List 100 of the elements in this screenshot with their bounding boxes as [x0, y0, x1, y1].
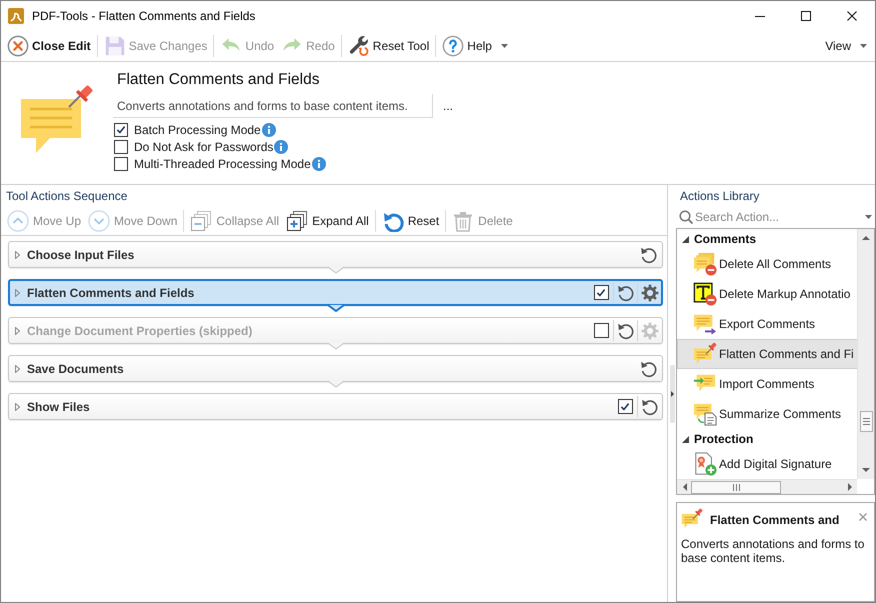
grip-lines-icon: [862, 418, 870, 425]
checkbox[interactable]: [594, 285, 608, 300]
rotate-arrow-icon[interactable]: [640, 398, 658, 416]
checkbox[interactable]: [114, 140, 128, 154]
gear-icon[interactable]: [640, 284, 658, 302]
action-title: Flatten Comments and Fields: [27, 286, 196, 300]
caret-right-icon[interactable]: [15, 288, 20, 296]
item-label: Flatten Comments and Fi: [719, 347, 854, 361]
action-title: Save Documents: [27, 362, 125, 376]
info-icon[interactable]: [312, 156, 326, 170]
caret-right-icon[interactable]: [15, 364, 20, 372]
note-document-icon: [693, 402, 717, 426]
action-title: Show Files: [27, 400, 91, 414]
info-description: Converts annotations and forms to base content items.: [681, 537, 866, 565]
library-item[interactable]: Add Digital Signature: [677, 449, 857, 479]
note-pin-icon: [20, 84, 94, 154]
info-icon[interactable]: [274, 140, 288, 154]
scrollbar-thumb[interactable]: [691, 480, 781, 494]
item-label: Delete Markup Annotatio: [719, 287, 850, 301]
panel-title: Tool Actions Sequence: [6, 188, 128, 204]
library-item[interactable]: Export Comments: [677, 309, 857, 339]
category-label: Protection: [694, 432, 754, 446]
expand-all-button[interactable]: Expand All: [285, 209, 370, 233]
action-title: Change Document Properties (skipped): [27, 324, 254, 338]
chevron-down-icon: [88, 210, 110, 232]
caret-down-icon[interactable]: [682, 436, 689, 442]
reset-tool-button[interactable]: Reset Tool: [346, 33, 430, 59]
horizontal-scrollbar[interactable]: [677, 479, 857, 494]
stacked-squares-plus-icon: [286, 210, 308, 232]
caret-right-icon: [848, 483, 852, 491]
rotate-arrow-icon[interactable]: [640, 360, 658, 378]
caret-right-icon: [670, 390, 674, 396]
caret-left-icon: [682, 483, 686, 491]
vertical-scrollbar[interactable]: [857, 229, 874, 479]
checkbox-label: Batch Processing Mode: [134, 122, 261, 136]
checkbox-label: Multi-Threaded Processing Mode: [134, 156, 311, 170]
close-edit-button[interactable]: Close Edit: [6, 33, 92, 59]
tool-title: Flatten Comments and Fields: [116, 70, 320, 90]
item-label: Delete All Comments: [719, 257, 832, 271]
check-mark-icon: [620, 402, 630, 411]
help-icon: [442, 35, 464, 57]
library-item[interactable]: Flatten Comments and Fi: [677, 339, 857, 369]
action-card[interactable]: Choose Input Files: [8, 241, 663, 268]
caret-right-icon[interactable]: [15, 402, 20, 410]
stacked-squares-minus-icon: [190, 210, 212, 232]
action-title: Choose Input Files: [27, 248, 136, 262]
info-icon[interactable]: [262, 122, 276, 136]
grip-lines-icon: [732, 484, 740, 490]
certificate-plus-icon: [693, 452, 717, 476]
notes-minus-icon: [693, 252, 717, 276]
checkbox[interactable]: [594, 323, 608, 338]
wrench-icon: [348, 35, 370, 57]
close-icon: [7, 35, 29, 57]
help-button[interactable]: Help: [441, 33, 509, 59]
more-button[interactable]: ...: [441, 97, 456, 115]
action-card[interactable]: Save Documents: [8, 355, 663, 382]
scrollbar-thumb[interactable]: [860, 411, 872, 432]
description-field[interactable]: Converts annotations and forms to base content items.: [113, 94, 433, 118]
checkbox-label: Do Not Ask for Passwords: [134, 140, 274, 154]
close-icon[interactable]: [859, 513, 867, 521]
note-arrow-out-icon: [693, 312, 717, 336]
item-label: Export Comments: [719, 317, 816, 331]
close-icon: [847, 11, 857, 21]
reset-button[interactable]: Reset: [380, 209, 440, 233]
caret-down-icon: [862, 468, 870, 473]
rotate-arrow-icon[interactable]: [616, 284, 634, 302]
note-pin-icon: [693, 342, 717, 366]
rotate-arrow-icon[interactable]: [640, 246, 658, 264]
checkbox[interactable]: [114, 122, 128, 136]
info-title: Flatten Comments and: [710, 513, 840, 527]
rotate-arrow-icon: [382, 210, 404, 232]
panel-title: Actions Library: [680, 188, 760, 204]
text-box-minus-icon: [693, 282, 717, 306]
chevron-up-icon: [7, 210, 29, 232]
checkbox[interactable]: [114, 156, 128, 170]
app-icon: [8, 8, 24, 24]
splitter-handle[interactable]: [670, 364, 674, 422]
library-item[interactable]: Import Comments: [677, 369, 857, 399]
rotate-arrow-icon[interactable]: [616, 322, 634, 340]
action-card[interactable]: Show Files: [8, 393, 663, 420]
item-label: Summarize Comments: [719, 407, 842, 421]
item-label: Import Comments: [719, 377, 814, 391]
window-title: PDF-Tools - Flatten Comments and Fields: [32, 9, 256, 23]
view-menu[interactable]: View: [823, 35, 869, 57]
caret-right-icon[interactable]: [15, 326, 20, 334]
caret-up-icon: [862, 235, 870, 240]
caret-down-icon[interactable]: [865, 215, 872, 219]
caret-down-icon[interactable]: [682, 236, 689, 242]
check-mark-icon: [596, 288, 606, 297]
note-pin-icon: [681, 508, 703, 530]
checkbox[interactable]: [618, 399, 632, 414]
library-item[interactable]: Delete Markup Annotatio: [677, 279, 857, 309]
search-field[interactable]: Search Action...: [695, 208, 863, 226]
maximize-icon: [801, 11, 811, 21]
caret-right-icon[interactable]: [15, 250, 20, 258]
library-item[interactable]: Delete All Comments: [677, 249, 857, 279]
category-label: Comments: [694, 232, 756, 246]
item-label: Add Digital Signature: [719, 457, 832, 471]
search-icon: [679, 210, 693, 224]
library-item[interactable]: Summarize Comments: [677, 399, 857, 429]
